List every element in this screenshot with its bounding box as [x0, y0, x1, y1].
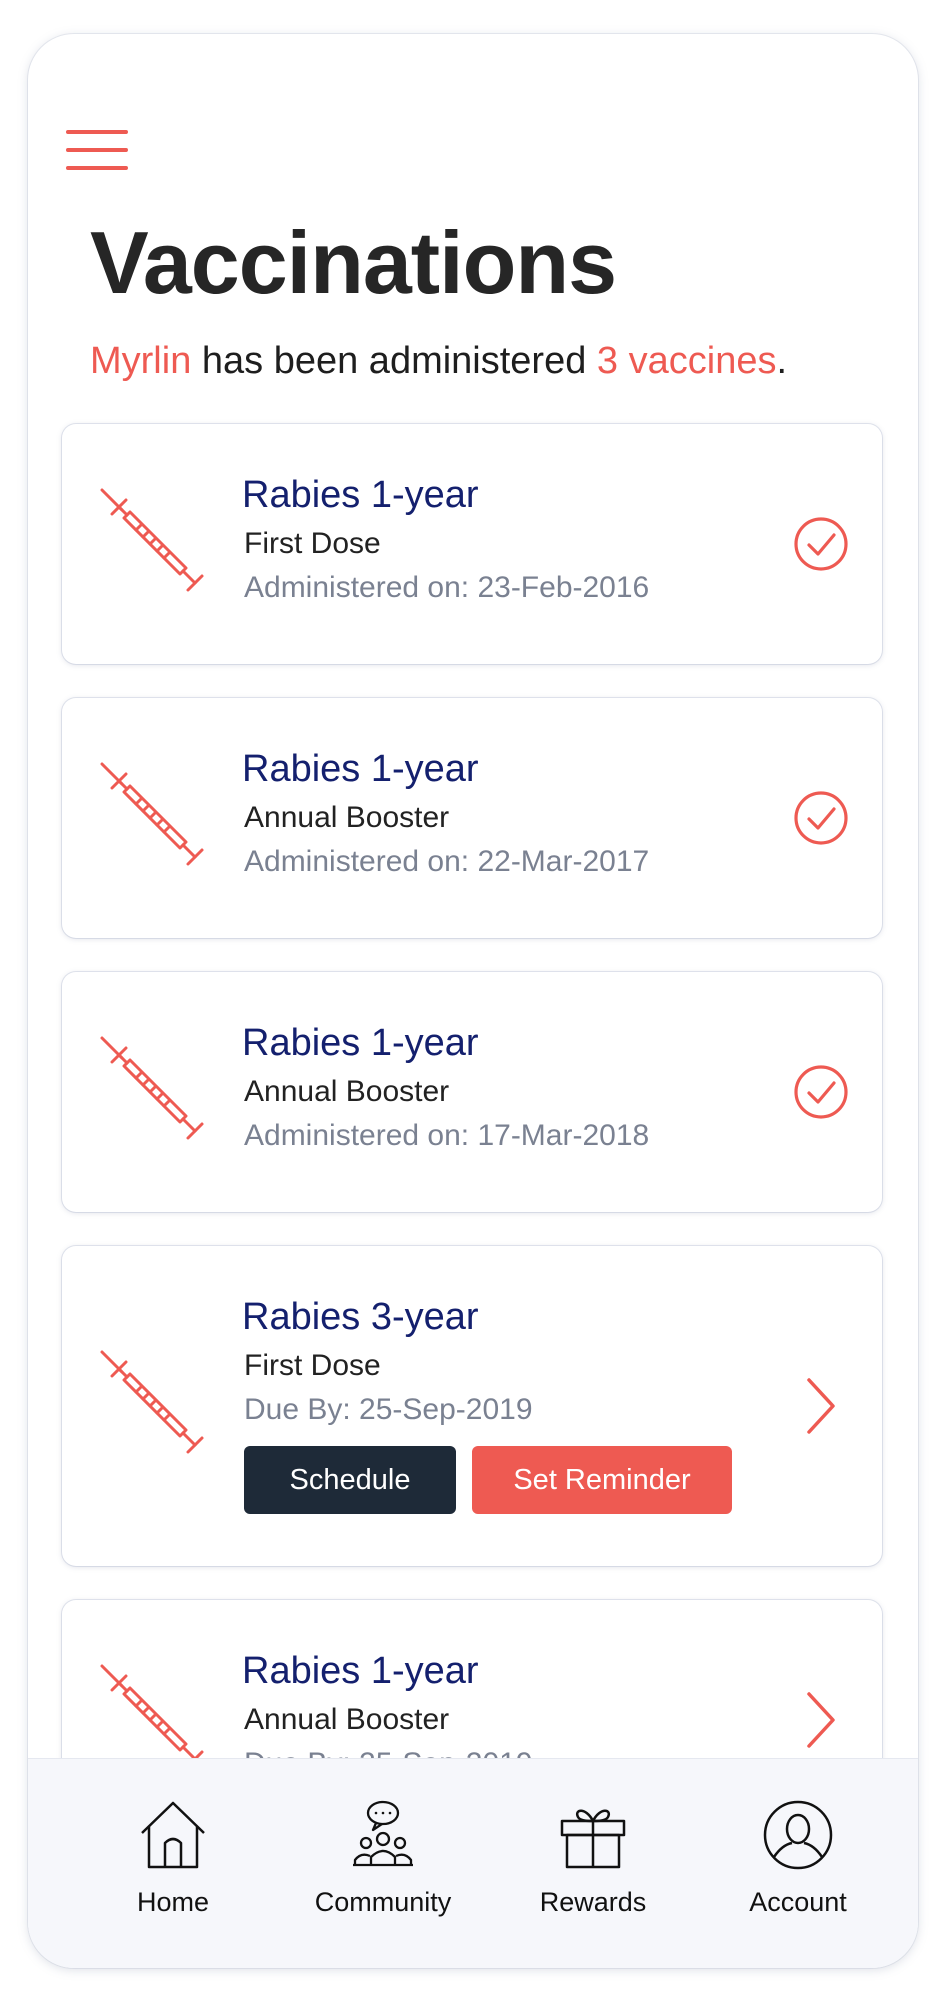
- vaccine-dose: First Dose: [244, 527, 381, 560]
- tab-account[interactable]: Account: [718, 1759, 878, 1929]
- vaccine-dose: Annual Booster: [244, 1703, 450, 1736]
- tab-home-label: Home: [136, 1887, 210, 1917]
- pet-name[interactable]: Myrlin: [90, 340, 191, 382]
- vaccine-date: Administered on: 17-Mar-2018: [244, 1119, 650, 1152]
- vaccine-date: Administered on: 22-Mar-2017: [244, 845, 650, 878]
- set-reminder-button[interactable]: Set Reminder: [472, 1446, 732, 1514]
- community-icon: [353, 1800, 413, 1867]
- syringe-icon: [100, 488, 204, 592]
- user-icon: [763, 1800, 833, 1870]
- vaccine-name: Rabies 3-year: [242, 1296, 479, 1338]
- vaccine-card[interactable]: Rabies 1-year Annual Booster Administere…: [62, 972, 882, 1212]
- vaccine-name: Rabies 1-year: [242, 748, 479, 790]
- checkmark-circle-icon: [794, 791, 848, 845]
- vaccine-due-date: Due By: 25-Sep-2019: [244, 1393, 533, 1426]
- vaccine-card[interactable]: Rabies 1-year Annual Booster Due By: 25-…: [62, 1600, 882, 1758]
- vaccination-scroll-area[interactable]: Vaccinations Myrlin has been administere…: [28, 34, 918, 1758]
- syringe-icon: [100, 762, 204, 866]
- syringe-icon: [100, 1350, 204, 1454]
- summary-text: has been administered: [191, 340, 597, 382]
- vaccine-card[interactable]: Rabies 3-year First Dose Due By: 25-Sep-…: [62, 1246, 882, 1566]
- vaccine-dose: Annual Booster: [244, 801, 450, 834]
- phone-screen: Vaccinations Myrlin has been administere…: [28, 34, 918, 1968]
- chevron-right-icon[interactable]: [803, 1376, 839, 1436]
- vaccine-name: Rabies 1-year: [242, 474, 479, 516]
- schedule-button[interactable]: Schedule: [244, 1446, 456, 1514]
- vaccine-card[interactable]: Rabies 1-year First Dose Administered on…: [62, 424, 882, 664]
- vaccine-dose: First Dose: [244, 1349, 381, 1382]
- tab-community[interactable]: Community: [288, 1759, 478, 1929]
- vaccine-date: Administered on: 23-Feb-2016: [244, 571, 650, 604]
- tab-home[interactable]: Home: [98, 1759, 248, 1929]
- tab-rewards-label: Rewards: [539, 1887, 647, 1917]
- tab-rewards[interactable]: Rewards: [508, 1759, 678, 1929]
- vaccine-dose: Annual Booster: [244, 1075, 450, 1108]
- vaccine-card[interactable]: Rabies 1-year Annual Booster Administere…: [62, 698, 882, 938]
- vaccine-name: Rabies 1-year: [242, 1022, 479, 1064]
- hamburger-menu-icon[interactable]: [66, 122, 128, 170]
- vaccination-summary: Myrlin has been administered 3 vaccines.: [90, 339, 787, 385]
- checkmark-circle-icon: [794, 1065, 848, 1119]
- vaccine-due-date: Due By: 25-Sep-2019: [244, 1747, 533, 1758]
- tab-account-label: Account: [749, 1887, 847, 1917]
- summary-period: .: [776, 340, 788, 382]
- checkmark-circle-icon: [794, 517, 848, 571]
- syringe-icon: [100, 1036, 204, 1140]
- tab-community-label: Community: [314, 1887, 452, 1917]
- bottom-tab-bar: Home Community Rewards Account: [28, 1758, 918, 1968]
- vaccine-count[interactable]: 3 vaccines: [597, 340, 777, 382]
- home-icon: [141, 1801, 205, 1869]
- page-title: Vaccinations: [90, 213, 617, 312]
- chevron-right-icon[interactable]: [803, 1690, 839, 1750]
- vaccine-name: Rabies 1-year: [242, 1650, 479, 1692]
- syringe-icon: [100, 1664, 204, 1758]
- gift-icon: [560, 1809, 626, 1869]
